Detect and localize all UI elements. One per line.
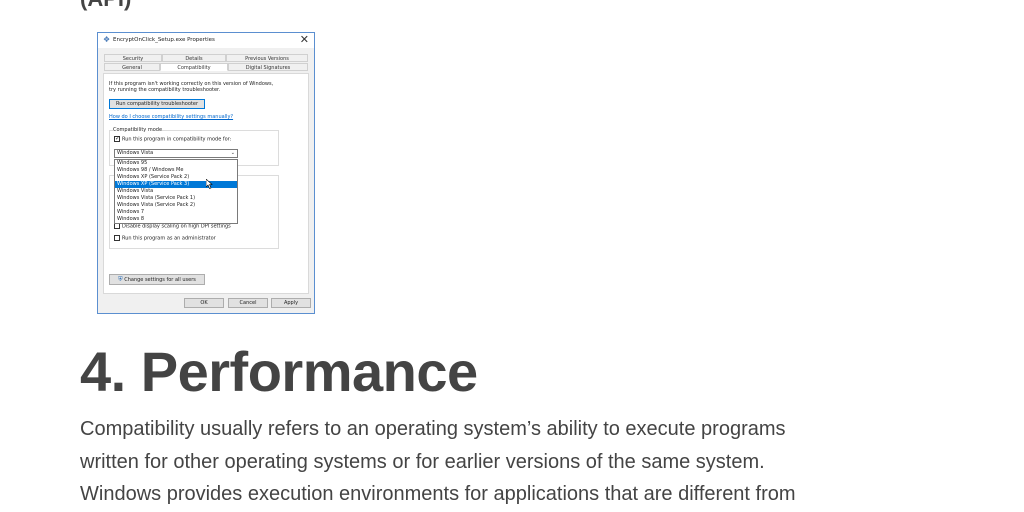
mouse-pointer-icon bbox=[206, 179, 213, 189]
compatibility-os-select[interactable]: Windows Vista ⌄ bbox=[114, 149, 238, 158]
run-troubleshooter-button[interactable]: Run compatibility troubleshooter bbox=[109, 99, 205, 109]
tab-general[interactable]: General bbox=[104, 63, 160, 71]
setup-file-icon: ❖ bbox=[103, 35, 111, 44]
tab-compatibility[interactable]: Compatibility bbox=[160, 63, 228, 71]
os-option[interactable]: Windows Vista (Service Pack 2) bbox=[115, 202, 237, 209]
chevron-down-icon: ⌄ bbox=[230, 150, 235, 156]
run-as-admin-checkbox-label: Run this program as an administrator bbox=[122, 235, 216, 242]
tab-details[interactable]: Details bbox=[162, 54, 226, 62]
dialog-titlebar: ❖ EncryptOnClick_Setup.exe Properties ✕ bbox=[98, 33, 314, 48]
os-option[interactable]: Windows Vista bbox=[115, 188, 237, 195]
section-paragraph: Compatibility usually refers to an opera… bbox=[80, 413, 910, 511]
paragraph-line: Windows provides execution environments … bbox=[80, 483, 796, 505]
previous-section-heading-fragment: (API) bbox=[80, 0, 131, 12]
os-option[interactable]: Windows XP (Service Pack 2) bbox=[115, 174, 237, 181]
change-settings-all-users-label: Change settings for all users bbox=[124, 277, 196, 283]
compatibility-mode-checkbox-label: Run this program in compatibility mode f… bbox=[122, 136, 232, 143]
shield-icon: ⛨ bbox=[118, 276, 123, 283]
paragraph-line: written for other operating systems or f… bbox=[80, 450, 765, 473]
compatibility-os-select-value: Windows Vista bbox=[117, 150, 154, 156]
os-option[interactable]: Windows 95 bbox=[115, 160, 237, 167]
compatibility-mode-checkbox-row[interactable]: Run this program in compatibility mode f… bbox=[114, 135, 232, 144]
dpi-scaling-checkbox-label: Disable display scaling on high DPI sett… bbox=[122, 223, 231, 230]
dialog-title: EncryptOnClick_Setup.exe Properties bbox=[113, 37, 215, 43]
tab-digital-signatures[interactable]: Digital Signatures bbox=[228, 63, 308, 71]
tab-security[interactable]: Security bbox=[104, 54, 162, 62]
paragraph-line: Compatibility usually refers to an opera… bbox=[80, 418, 786, 440]
os-option[interactable]: Windows 7 bbox=[115, 209, 237, 216]
close-icon[interactable]: ✕ bbox=[300, 34, 309, 46]
os-option-highlighted[interactable]: Windows XP (Service Pack 3) bbox=[115, 181, 237, 188]
apply-button[interactable]: Apply bbox=[271, 298, 311, 308]
tab-previous-versions[interactable]: Previous Versions bbox=[226, 54, 308, 62]
dpi-scaling-checkbox-row[interactable]: Disable display scaling on high DPI sett… bbox=[114, 223, 231, 231]
change-settings-all-users-button[interactable]: ⛨ Change settings for all users bbox=[109, 274, 205, 285]
os-option[interactable]: Windows 98 / Windows Me bbox=[115, 167, 237, 174]
ok-button[interactable]: OK bbox=[184, 298, 224, 308]
properties-dialog-screenshot: ❖ EncryptOnClick_Setup.exe Properties ✕ … bbox=[97, 32, 315, 314]
compatibility-os-dropdown[interactable]: Windows 95 Windows 98 / Windows Me Windo… bbox=[114, 159, 238, 224]
run-as-admin-checkbox-row[interactable]: Run this program as an administrator bbox=[114, 235, 216, 243]
os-option[interactable]: Windows 8 bbox=[115, 216, 237, 223]
manual-settings-link[interactable]: How do I choose compatibility settings m… bbox=[109, 114, 233, 120]
cancel-button[interactable]: Cancel bbox=[228, 298, 268, 308]
section-heading: 4. Performance bbox=[80, 340, 478, 403]
compatibility-mode-checkbox[interactable] bbox=[114, 135, 120, 142]
run-as-admin-checkbox[interactable] bbox=[114, 235, 120, 241]
intro-text: If this program isn't working correctly … bbox=[109, 81, 289, 93]
intro-line-2: try running the compatibility troublesho… bbox=[109, 87, 221, 93]
compatibility-mode-label: Compatibility mode bbox=[113, 127, 163, 133]
os-option[interactable]: Windows Vista (Service Pack 1) bbox=[115, 195, 237, 202]
